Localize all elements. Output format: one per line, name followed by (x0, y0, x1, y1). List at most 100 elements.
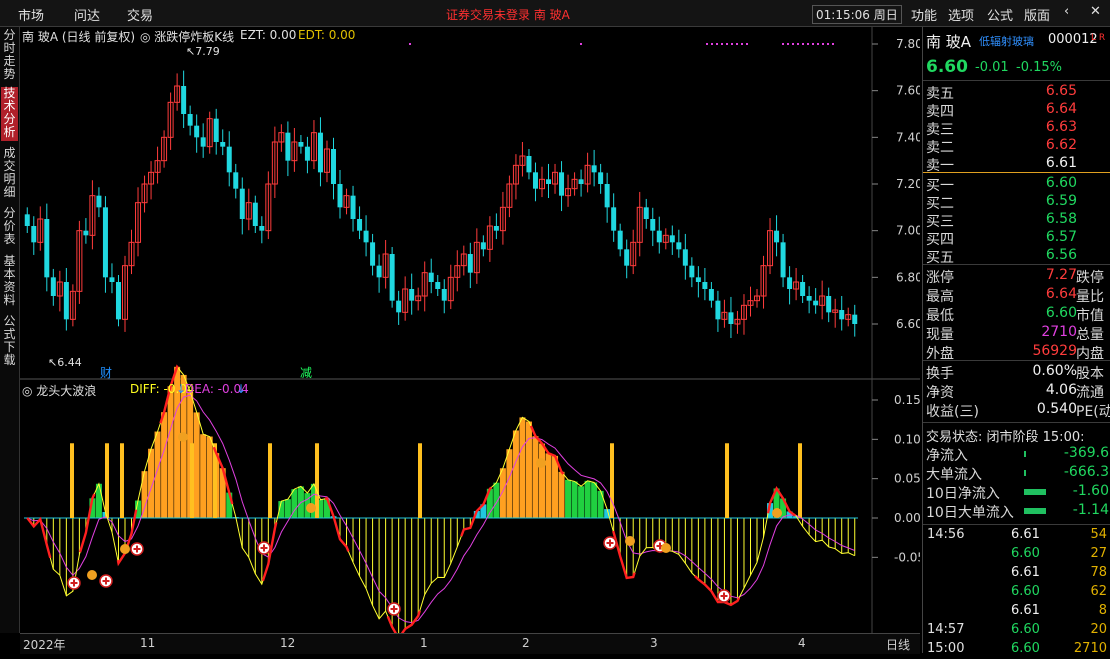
osc-bar (284, 499, 291, 518)
flow-label: 大单流入 (926, 467, 982, 483)
y-tick-label: 7.00 (896, 224, 920, 238)
osc-bar (591, 482, 598, 518)
stat-row: 换手 0.60% 股本 (923, 363, 1110, 382)
osc-bar (141, 471, 148, 518)
separator (923, 80, 1110, 81)
candle-body (194, 125, 200, 138)
menu-market[interactable]: 市场 (18, 5, 44, 24)
bid-row[interactable]: 买三 6.58 (923, 211, 1110, 230)
trade-status: 交易状态: 闭市阶段 15:00: (926, 430, 1085, 445)
tab-profile[interactable]: 基本资料 (1, 255, 18, 309)
flow-value: -666.3 (1063, 464, 1109, 480)
candle-body (376, 265, 382, 278)
osc-bar (584, 480, 591, 518)
bid-price: 6.60 (1045, 175, 1077, 191)
stat-row: 净资 4.06 流通 (923, 382, 1110, 401)
sell-marker-icon (178, 432, 188, 442)
ask-price: 6.62 (1045, 137, 1077, 153)
candle-body (493, 226, 499, 231)
trade-volume: 20 (1090, 622, 1107, 637)
separator (923, 422, 1110, 423)
flow-row: 净流入 -369.6 (923, 445, 1110, 464)
menu-layout[interactable]: 版面 (1024, 5, 1050, 24)
stat-label-2: 股本 (1076, 366, 1104, 382)
candle-body (435, 282, 441, 289)
stat-label: 换手 (926, 366, 954, 382)
tab-intraday[interactable]: 分时走势 (1, 29, 18, 81)
ask-row[interactable]: 卖五 6.65 (923, 83, 1110, 102)
y-tick-label: 0.15 (894, 393, 920, 407)
stat-label-2: PE(动) (1076, 404, 1110, 420)
candle-body (467, 254, 473, 273)
tab-trade-detail[interactable]: 成交明细 (1, 147, 18, 201)
stat-value: 56929 (1032, 343, 1077, 359)
flow-label: 净流入 (926, 448, 968, 464)
osc-bar (193, 412, 200, 518)
bid-row[interactable]: 买四 6.57 (923, 229, 1110, 248)
tab-formula-download[interactable]: 公式下载 (1, 315, 18, 369)
y-tick-label: 7.60 (896, 84, 920, 98)
osc-bar (558, 471, 565, 518)
separator (923, 360, 1110, 361)
stat-value: 7.27 (1045, 267, 1077, 283)
chart-svg[interactable]: 7.80 7.60 7.40 7.20 7.00 6.80 6.60 0.15 0.10 0.0… (20, 27, 920, 633)
candle-body (643, 207, 649, 219)
signal-pillar (610, 443, 614, 518)
signal-dot (731, 43, 733, 45)
chart-area[interactable]: 7.80 7.60 7.40 7.20 7.00 6.80 6.60 0.15 0.10 0.0… (20, 27, 920, 633)
back-icon[interactable]: ‹ (1064, 4, 1069, 19)
quote-price: 6.60 (926, 57, 968, 77)
bid-row[interactable]: 买一 6.60 (923, 175, 1110, 194)
sell-marker-icon (87, 570, 97, 580)
signal-dot (580, 43, 582, 45)
ask-label: 卖四 (926, 104, 954, 120)
ask-row[interactable]: 卖二 6.62 (923, 137, 1110, 156)
candle-body (598, 172, 604, 184)
menu-formula[interactable]: 公式 (987, 5, 1013, 24)
candle-body (102, 207, 108, 278)
bid-row[interactable]: 买五 6.56 (923, 247, 1110, 266)
candle-body (532, 172, 538, 189)
quote-flags: L R (1091, 33, 1106, 43)
x-label: 2022年 (23, 638, 66, 652)
trade-row: 6.61 8 (923, 603, 1110, 621)
menu-wenda[interactable]: 问达 (74, 5, 100, 24)
stat-value: 2710 (1041, 324, 1077, 340)
stat-row: 最高 6.64 量比 (923, 286, 1110, 305)
trade-volume: 27 (1090, 546, 1107, 561)
signal-pillar (190, 443, 194, 518)
ezt-value: EZT: 0.00 (240, 28, 297, 42)
flow-value: -1.60 (1072, 483, 1109, 499)
marker-jian: 减 (300, 366, 313, 380)
candle-body (708, 289, 714, 301)
y-tick-label: 0.00 (894, 511, 920, 525)
y-tick-label: 6.60 (896, 317, 920, 331)
period-label[interactable]: 日线 (886, 636, 910, 653)
signal-pillar (105, 443, 109, 518)
candle-body (24, 214, 30, 226)
quote-concept-tag[interactable]: 低辐射玻璃 (979, 33, 1034, 49)
menu-options[interactable]: 选项 (948, 5, 974, 24)
x-label: 3 (650, 636, 658, 650)
lower-indicator-name: 龙头大波浪 (36, 384, 97, 398)
ask-row[interactable]: 卖四 6.64 (923, 101, 1110, 120)
sell-marker-icon (120, 544, 130, 554)
osc-bar (499, 468, 506, 518)
sell-marker-icon (772, 508, 782, 518)
menu-function[interactable]: 功能 (911, 5, 937, 24)
tab-technical[interactable]: 技术分析 (1, 87, 18, 141)
menu-trade[interactable]: 交易 (127, 5, 153, 24)
trade-price: 6.61 (1011, 565, 1040, 580)
bid-label: 买三 (926, 214, 954, 230)
signal-dot (409, 43, 411, 45)
signal-dot (817, 43, 819, 45)
close-icon[interactable]: ✕ (1090, 4, 1101, 19)
ask-row[interactable]: 卖一 6.61 (923, 155, 1110, 174)
ask-row[interactable]: 卖三 6.63 (923, 119, 1110, 138)
osc-bar (206, 436, 213, 518)
signal-pillar (120, 443, 124, 518)
bid-row[interactable]: 买二 6.59 (923, 193, 1110, 212)
y-tick-label: 6.80 (896, 270, 920, 284)
bid-price: 6.57 (1045, 229, 1077, 245)
tab-price-table[interactable]: 分价表 (1, 207, 18, 249)
